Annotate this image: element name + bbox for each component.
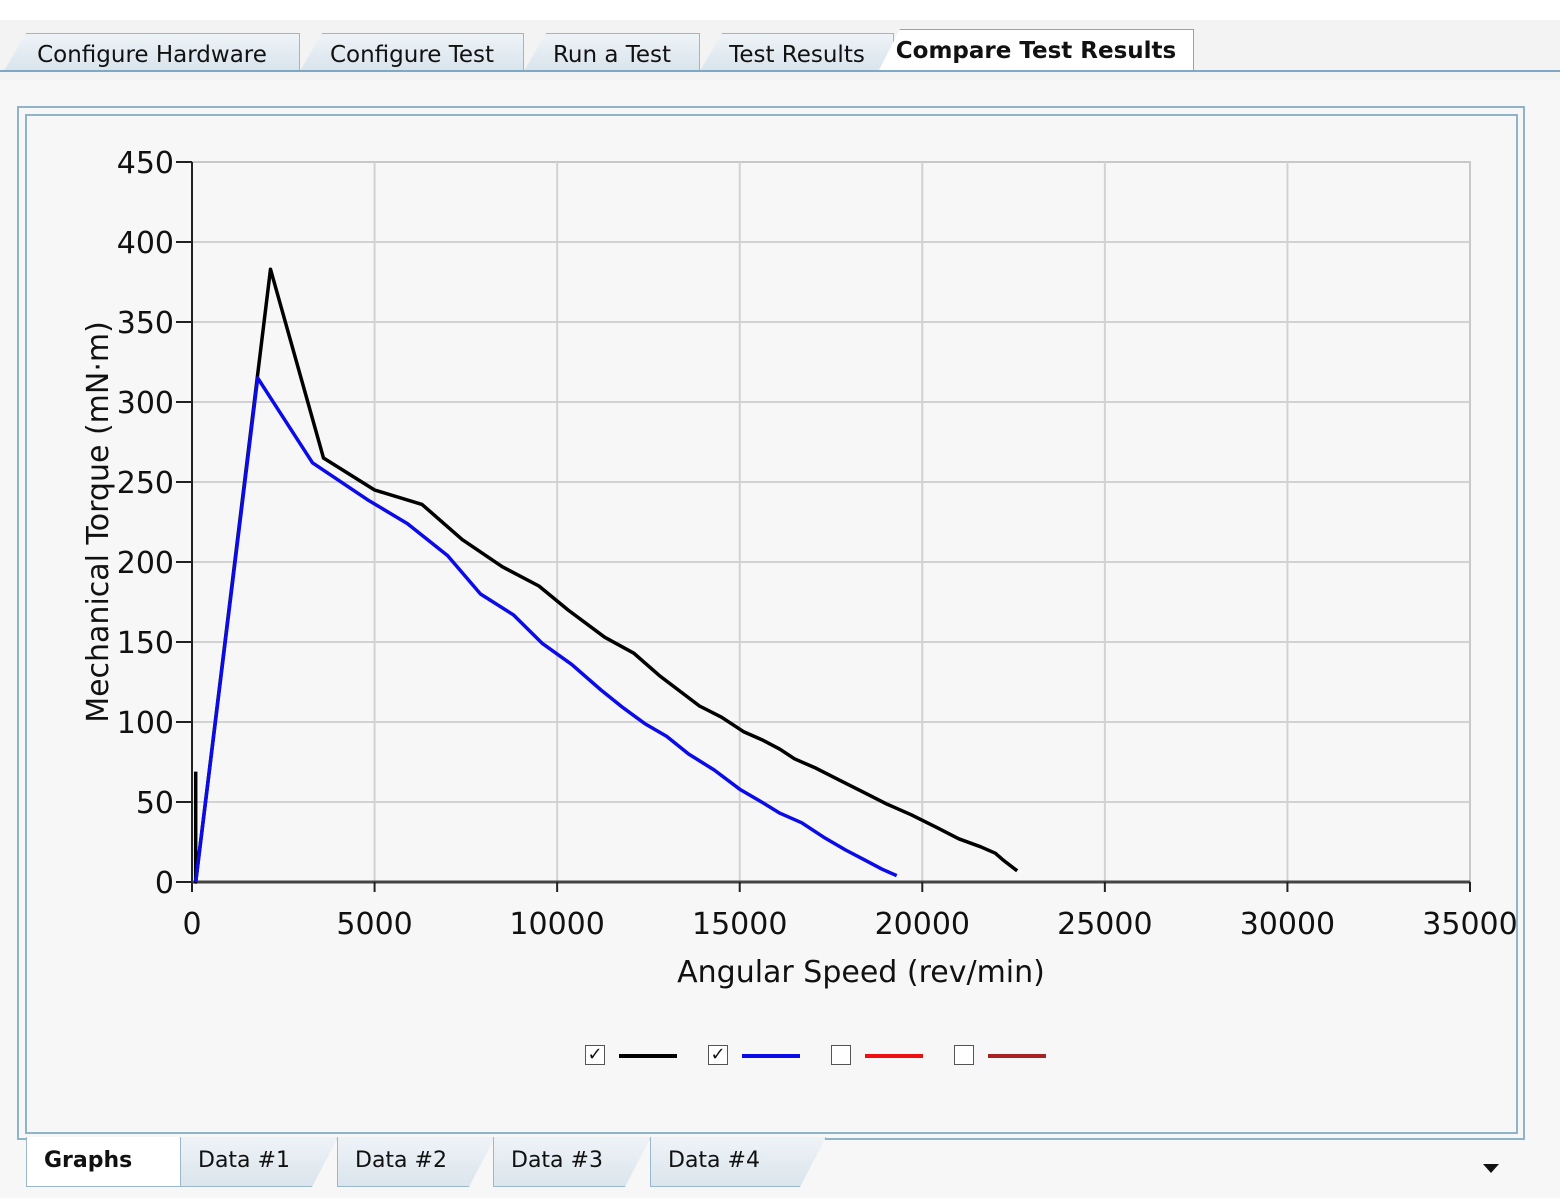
series-4-swatch — [988, 1054, 1046, 1058]
y-tick-label: 450 — [117, 146, 174, 181]
chevron-down-icon[interactable] — [1483, 1164, 1499, 1173]
y-tick-label: 400 — [117, 226, 174, 261]
x-tick-label: 10000 — [509, 907, 604, 942]
series-1-checkbox[interactable]: ✓ — [585, 1045, 605, 1065]
tab-graphs[interactable]: Graphs — [26, 1137, 206, 1187]
torque-speed-chart: 0 5000 10000 15000 20000 25000 30000 35000 0 50 10… — [81, 146, 1518, 990]
y-tick-label: 100 — [117, 706, 174, 741]
y-tick-label: 150 — [117, 626, 174, 661]
tab-data-3[interactable]: Data #3 — [493, 1137, 651, 1187]
series-1-swatch — [619, 1054, 677, 1058]
y-axis-label: Mechanical Torque (mN·m) — [81, 321, 116, 723]
x-tick-label: 5000 — [336, 907, 412, 942]
y-tick-label: 350 — [117, 306, 174, 341]
x-tick-label: 20000 — [875, 907, 970, 942]
checkmark-icon: ✓ — [710, 1044, 726, 1065]
x-tick-label: 15000 — [692, 907, 787, 942]
series-2-swatch — [742, 1054, 800, 1058]
x-axis-label: Angular Speed (rev/min) — [677, 955, 1045, 990]
checkmark-icon: ✓ — [587, 1044, 603, 1065]
x-tick-label: 25000 — [1057, 907, 1152, 942]
x-tick-label: 35000 — [1422, 907, 1517, 942]
series-4-checkbox[interactable] — [954, 1045, 974, 1065]
tab-data-1[interactable]: Data #1 — [180, 1137, 338, 1187]
x-tick-label: 30000 — [1240, 907, 1335, 942]
y-tick-label: 0 — [155, 866, 174, 901]
series-3-checkbox[interactable] — [831, 1045, 851, 1065]
y-tick-label: 300 — [117, 386, 174, 421]
tab-data-4[interactable]: Data #4 — [650, 1137, 826, 1187]
x-tick-label: 0 — [182, 907, 201, 942]
y-tick-label: 200 — [117, 546, 174, 581]
y-tick-label: 50 — [136, 786, 174, 821]
series-3-swatch — [865, 1054, 923, 1058]
tab-data-2[interactable]: Data #2 — [337, 1137, 495, 1187]
series-1-line — [193, 267, 1019, 884]
series-2-checkbox[interactable]: ✓ — [708, 1045, 728, 1065]
y-tick-label: 250 — [117, 466, 174, 501]
series-2-line — [193, 376, 898, 883]
